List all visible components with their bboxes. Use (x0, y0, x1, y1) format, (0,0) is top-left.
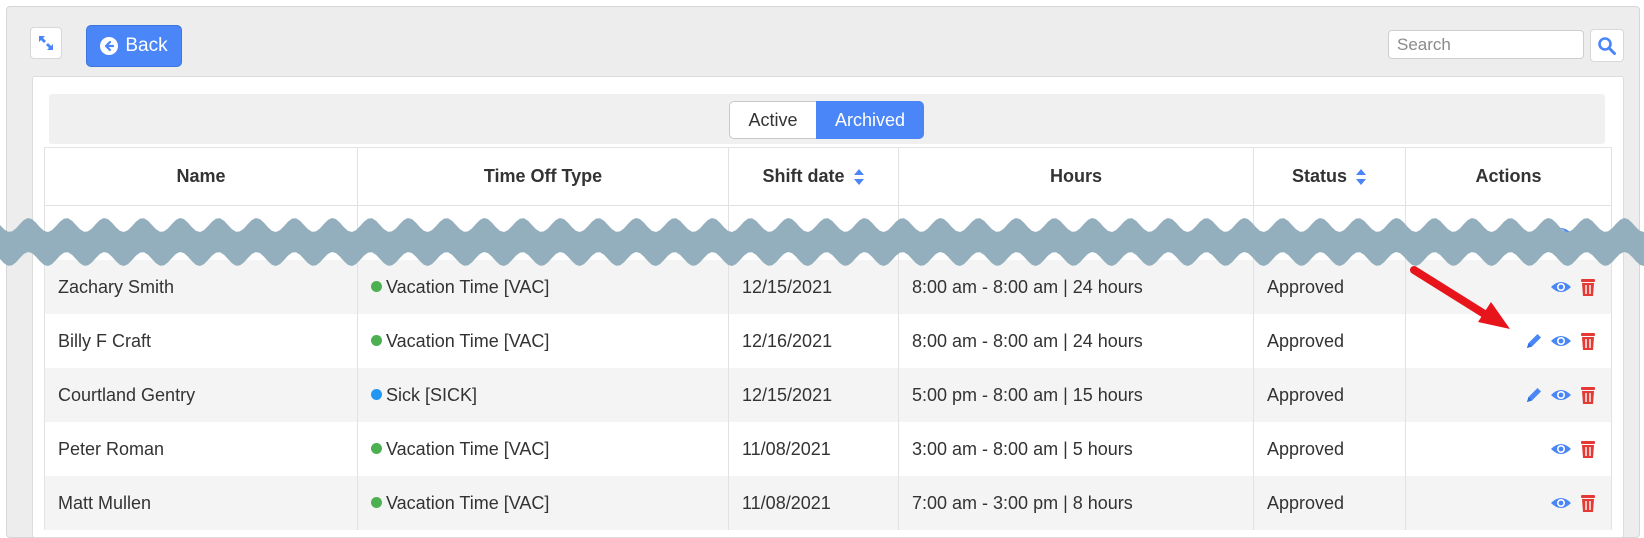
table-row: Courtland Gentry Sick [SICK] 12/15/2021 5:0… (44, 368, 1612, 422)
cell-time-off-type: Sick [SICK] (357, 368, 729, 422)
cell-actions (1405, 476, 1612, 530)
tab-archived[interactable]: Archived (816, 101, 924, 139)
table-row: Billy F Craft Vacation Time [VAC] 12/16/20… (44, 314, 1612, 368)
tab-active[interactable]: Active (729, 101, 816, 139)
trash-icon[interactable] (1577, 276, 1599, 298)
cell-shift-date: 11/08/2021 (728, 476, 899, 530)
trash-icon[interactable] (1577, 330, 1599, 352)
cell-name: Peter Roman (44, 422, 358, 476)
back-button[interactable]: Back (86, 25, 182, 67)
header-actions: Actions (1405, 147, 1612, 206)
cell-shift-date: 12/16/2021 (728, 314, 899, 368)
cell-name: Courtland Gentry (44, 368, 358, 422)
cell-time-off-type: Vacation Time [VAC] (357, 314, 729, 368)
expand-button[interactable] (30, 27, 62, 59)
type-color-dot (371, 281, 382, 293)
eye-icon[interactable] (1550, 438, 1572, 460)
cell-name: Billy F Craft (44, 314, 358, 368)
torn-paper-divider (0, 218, 1644, 266)
header-time-off-type: Time Off Type (357, 147, 729, 206)
time-off-table: Name Time Off Type Shift date Hours Stat… (44, 147, 1612, 530)
cell-status: Approved (1253, 314, 1406, 368)
header-name: Name (44, 147, 358, 206)
header-status[interactable]: Status (1253, 147, 1406, 206)
cell-name: Matt Mullen (44, 476, 358, 530)
back-button-label: Back (125, 35, 168, 56)
table-row: Matt Mullen Vacation Time [VAC] 11/08/2021… (44, 476, 1612, 530)
cell-hours: 7:00 am - 3:00 pm | 8 hours (898, 476, 1254, 530)
cell-actions (1405, 422, 1612, 476)
type-color-dot (371, 497, 382, 509)
table-row: Peter Roman Vacation Time [VAC] 11/08/2021… (44, 422, 1612, 476)
cell-time-off-type: Vacation Time [VAC] (357, 476, 729, 530)
cell-shift-date: 11/08/2021 (728, 422, 899, 476)
cell-hours: 5:00 pm - 8:00 am | 15 hours (898, 368, 1254, 422)
eye-icon[interactable] (1550, 384, 1572, 406)
eye-icon[interactable] (1550, 276, 1572, 298)
cell-status: Approved (1253, 422, 1406, 476)
type-color-dot (371, 443, 382, 455)
type-color-dot (371, 335, 382, 347)
trash-icon[interactable] (1577, 438, 1599, 460)
header-shift-date[interactable]: Shift date (728, 147, 899, 206)
pencil-icon[interactable] (1523, 384, 1545, 406)
cell-time-off-type: Vacation Time [VAC] (357, 422, 729, 476)
magnifier-icon (1598, 36, 1616, 55)
eye-icon[interactable] (1550, 330, 1572, 352)
type-color-dot (371, 389, 382, 401)
cell-shift-date: 12/15/2021 (728, 368, 899, 422)
table-header-row: Name Time Off Type Shift date Hours Stat… (44, 147, 1612, 206)
trash-icon[interactable] (1577, 492, 1599, 514)
search-input[interactable] (1388, 30, 1584, 59)
sort-updown-icon[interactable] (853, 168, 865, 186)
expand-arrows-icon (39, 36, 53, 50)
arrow-left-circle-icon (100, 37, 119, 55)
header-hours: Hours (898, 147, 1254, 206)
cell-status: Approved (1253, 476, 1406, 530)
search-button[interactable] (1590, 29, 1624, 62)
cell-actions (1405, 368, 1612, 422)
sort-updown-icon[interactable] (1355, 168, 1367, 186)
cell-status: Approved (1253, 368, 1406, 422)
trash-icon[interactable] (1577, 384, 1599, 406)
cell-hours: 8:00 am - 8:00 am | 24 hours (898, 314, 1254, 368)
eye-icon[interactable] (1550, 492, 1572, 514)
cell-hours: 3:00 am - 8:00 am | 5 hours (898, 422, 1254, 476)
pencil-icon[interactable] (1523, 330, 1545, 352)
cell-actions (1405, 314, 1612, 368)
